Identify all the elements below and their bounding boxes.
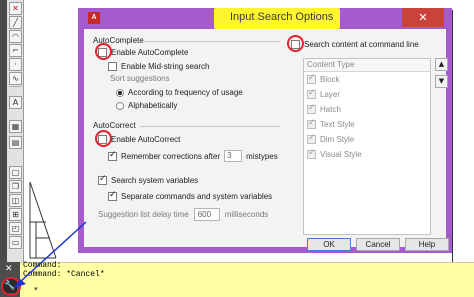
cancel-button[interactable]: Cancel [356,238,400,251]
content-type-checkbox[interactable] [307,118,316,129]
content-type-checkbox[interactable] [307,73,316,84]
command-history-line: Command: [23,261,62,270]
annotation-ring [95,130,112,147]
help-button[interactable]: Help [405,238,449,251]
canvas-edge-line [452,10,453,262]
palette-divider [9,86,22,87]
content-type-checkbox[interactable] [307,103,316,114]
enable-autocorrect-label: Enable AutoCorrect [111,135,181,144]
command-input[interactable]: ▾ [34,285,38,293]
content-type-item[interactable]: Layer [304,87,430,102]
delay-label: Suggestion list delay time [98,210,189,219]
measure-tool-icon[interactable]: ▭ [9,236,22,249]
close-icon[interactable]: ✕ [5,264,13,274]
palette-strip [0,0,7,262]
input-search-options-dialog: A Input Search Options ✕ AutoComplete En… [78,8,452,253]
content-type-label: Hatch [320,105,341,114]
sort-alpha-label: Alphabetically [128,101,178,110]
up-arrow-icon[interactable]: ▲ [435,58,448,71]
midstring-checkbox[interactable] [108,62,117,71]
close-palette-icon[interactable]: ✕ [9,2,22,15]
search-system-vars-checkbox[interactable] [98,174,107,185]
enable-autocomplete-label: Enable AutoComplete [111,48,189,57]
search-system-vars-row[interactable]: Search system variables [98,174,199,185]
app-logo-icon: A [88,12,100,24]
dialog-title: Input Search Options [230,11,334,23]
content-type-label: Block [320,75,340,84]
command-line-area[interactable] [0,262,474,297]
delay-unit-label: milliseconds [224,210,269,219]
content-type-label: Text Style [320,120,355,129]
search-content-row[interactable]: Search content at command line [291,40,419,49]
block-tool-icon[interactable]: ◫ [9,194,22,207]
content-type-item[interactable]: Visual Style [304,147,430,162]
polyline-tool-icon[interactable]: ⌐ [9,44,22,57]
content-type-checkbox[interactable] [307,88,316,99]
search-system-vars-label: Search system variables [111,176,199,185]
sort-frequency-radio[interactable] [116,88,124,97]
midstring-label: Enable Mid-string search [121,62,210,71]
sort-alpha-radio[interactable] [116,101,124,110]
separate-label: Separate commands and system variables [121,192,273,201]
text-tool-icon[interactable]: A [9,96,22,109]
command-history-line: Command: *Cancel* [23,270,105,279]
down-arrow-icon[interactable]: ▼ [435,75,448,88]
separate-checkbox[interactable] [108,190,117,201]
remember-corrections-label: Remember corrections after [121,151,221,161]
point-tool-icon[interactable]: · [9,58,22,71]
drawing-geometry [29,181,57,259]
content-type-checkbox[interactable] [307,148,316,159]
content-type-label: Layer [320,90,341,99]
content-type-item[interactable]: Block [304,72,430,87]
sort-alpha-row[interactable]: Alphabetically [116,101,177,110]
midstring-row[interactable]: Enable Mid-string search [108,62,209,71]
sort-suggestions-label: Sort suggestions [110,74,170,83]
remember-corrections-row[interactable]: Remember corrections after 3 mistypes [108,150,278,162]
table-tool-icon[interactable]: ▤ [9,136,22,149]
dialog-titlebar[interactable]: A Input Search Options ✕ [84,8,446,29]
content-type-label: Dim Style [320,135,355,144]
region-tool-icon[interactable]: ◰ [9,222,22,235]
sort-frequency-label: According to frequency of usage [128,88,243,97]
content-type-list[interactable]: Content Type Block Layer Hatch Text Styl… [303,58,431,235]
mistypes-label: mistypes [246,151,278,161]
group-divider [144,41,280,42]
sort-frequency-row[interactable]: According to frequency of usage [116,88,243,97]
copy-tool-icon[interactable]: ❐ [9,180,22,193]
content-type-label: Visual Style [320,150,362,159]
separate-row[interactable]: Separate commands and system variables [108,190,273,201]
delay-row: Suggestion list delay time 600 milliseco… [98,208,268,221]
insert-tool-icon[interactable]: ⊞ [9,208,22,221]
content-type-item[interactable]: Text Style [304,117,430,132]
search-content-label: Search content at command line [304,40,419,49]
line-tool-icon[interactable]: ╱ [9,16,22,29]
autocorrect-heading: AutoCorrect [93,121,136,130]
mistypes-input[interactable]: 3 [224,150,243,162]
group-divider [140,126,280,127]
content-type-item[interactable]: Hatch [304,102,430,117]
wrench-highlight-ring [1,277,21,296]
ok-button[interactable]: OK [307,238,351,251]
annotation-ring [287,35,304,52]
arc-tool-icon[interactable]: ◠ [9,30,22,43]
annotation-ring [95,43,112,60]
content-type-item[interactable]: Dim Style [304,132,430,147]
close-button[interactable]: ✕ [402,8,444,27]
hatch-tool-icon[interactable]: ▦ [9,120,22,133]
remember-corrections-checkbox[interactable] [108,150,117,161]
content-type-header: Content Type [304,59,430,72]
delay-input[interactable]: 600 [193,208,220,221]
spline-tool-icon[interactable]: ∿ [9,72,22,85]
rectangle-tool-icon[interactable]: □ [9,166,22,179]
content-type-checkbox[interactable] [307,133,316,144]
